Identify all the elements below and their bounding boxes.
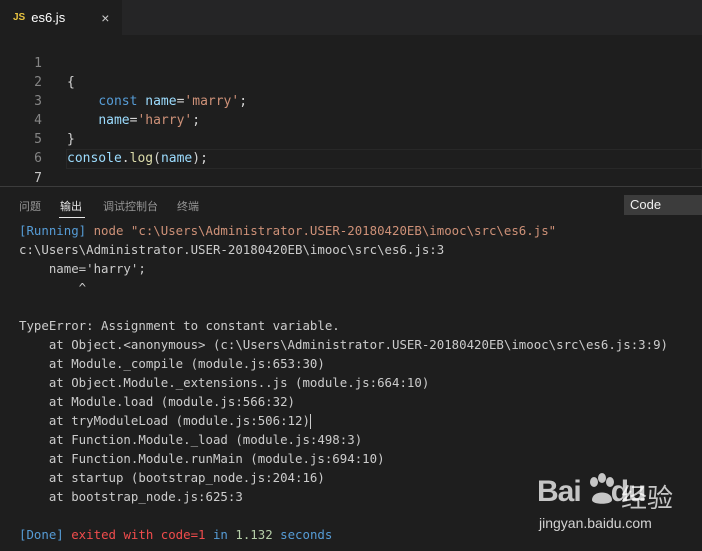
tab-problems[interactable]: 问题 bbox=[19, 198, 41, 214]
panel-tab-bar: 问题 输出 调试控制台 终端 bbox=[0, 187, 702, 219]
editor-tab-bar: JS es6.js × bbox=[0, 0, 702, 35]
done-tag: [Done] bbox=[19, 527, 64, 542]
output-line: ^ bbox=[19, 280, 87, 295]
logo-part: Bai bbox=[537, 475, 582, 508]
output-line: at Function.Module._load (module.js:498:… bbox=[19, 432, 363, 447]
output-channel-select[interactable]: Code bbox=[624, 195, 702, 215]
active-tab-indicator bbox=[59, 217, 85, 218]
output-line: at tryModuleLoad (module.js:506:12) bbox=[19, 411, 702, 430]
code-editor[interactable]: 1 { 2 const name='marry'; 3 name='harry'… bbox=[0, 35, 702, 187]
output-line: at Module.load (module.js:566:32) bbox=[19, 394, 296, 409]
code-line: 2 const name='marry'; bbox=[0, 54, 702, 109]
done-in: in bbox=[205, 527, 236, 542]
code-line: 1 { bbox=[0, 35, 702, 90]
tab-terminal[interactable]: 终端 bbox=[177, 198, 199, 214]
code-line: 3 name='harry'; bbox=[0, 73, 702, 128]
output-line: at Object.Module._extensions..js (module… bbox=[19, 375, 430, 390]
editor-tab-es6[interactable]: JS es6.js × bbox=[0, 0, 122, 35]
tab-debug-console[interactable]: 调试控制台 bbox=[103, 198, 158, 214]
tab-title: es6.js bbox=[31, 10, 66, 25]
text-cursor bbox=[309, 414, 311, 429]
output-line: name='harry'; bbox=[19, 261, 146, 276]
elapsed-time: 1.132 bbox=[235, 527, 273, 542]
output-line: at Function.Module.runMain (module.js:69… bbox=[19, 451, 385, 466]
code-line: 4 } bbox=[0, 92, 702, 147]
done-seconds: seconds bbox=[272, 527, 333, 542]
output-line: TypeError: Assignment to constant variab… bbox=[19, 318, 340, 333]
watermark-cn-text: 经验 bbox=[621, 484, 674, 514]
output-line: [Running] node "c:\Users\Administrator.U… bbox=[19, 221, 702, 240]
running-tag: [Running] bbox=[19, 223, 87, 238]
baidu-paw-icon bbox=[590, 473, 614, 504]
output-line: c:\Users\Administrator.USER-20180420EB\i… bbox=[19, 242, 445, 257]
watermark-url: jingyan.baidu.com bbox=[539, 515, 652, 531]
close-icon[interactable]: × bbox=[101, 10, 109, 26]
output-line: at Object.<anonymous> (c:\Users\Administ… bbox=[19, 337, 669, 352]
running-command: node "c:\Users\Administrator.USER-201804… bbox=[86, 223, 557, 238]
code-line: 5 console.log(name); bbox=[0, 111, 702, 166]
exit-code: code=1 bbox=[160, 527, 206, 542]
baidu-jingyan-watermark: Bai du 经验 jingyan.baidu.com bbox=[537, 470, 697, 540]
output-text: at tryModuleLoad (module.js:506:12) bbox=[19, 413, 310, 428]
code-line: 6 bbox=[0, 130, 702, 166]
javascript-file-icon: JS bbox=[13, 12, 26, 23]
code-line: 7 bbox=[0, 150, 702, 186]
done-exited: exited with bbox=[63, 527, 161, 542]
output-line: at Module._compile (module.js:653:30) bbox=[19, 356, 325, 371]
tab-output[interactable]: 输出 bbox=[60, 198, 82, 214]
